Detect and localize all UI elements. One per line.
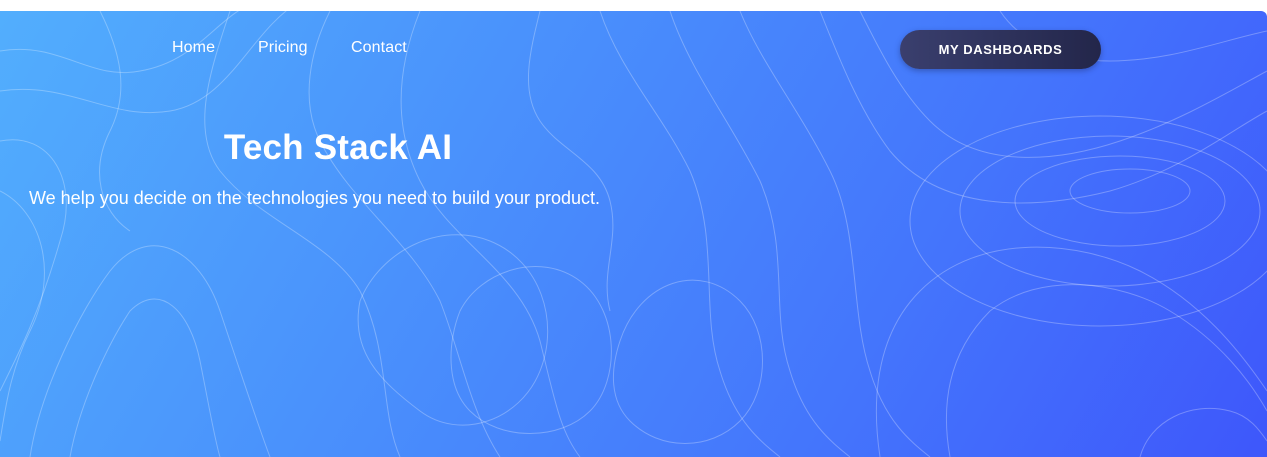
nav-link-home[interactable]: Home <box>172 39 215 57</box>
hero-banner: Home Pricing Contact MY DASHBOARDS Tech … <box>0 11 1267 457</box>
my-dashboards-button[interactable]: MY DASHBOARDS <box>900 30 1101 69</box>
nav-link-pricing[interactable]: Pricing <box>258 39 308 57</box>
hero-subtitle: We help you decide on the technologies y… <box>29 188 601 208</box>
page-title: Tech Stack AI <box>223 128 453 167</box>
nav-link-contact[interactable]: Contact <box>351 39 407 57</box>
topographic-pattern <box>0 11 1267 457</box>
